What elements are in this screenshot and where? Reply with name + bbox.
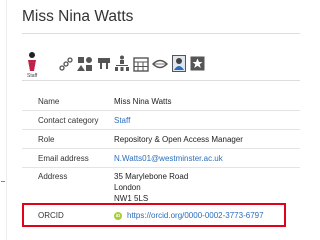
- address-line-2: London: [114, 183, 141, 192]
- row-divider: [22, 129, 300, 130]
- role-label: Role: [38, 135, 55, 144]
- org-chart-icon[interactable]: [96, 56, 112, 72]
- calendar-icon[interactable]: [133, 56, 149, 72]
- contact-category-link[interactable]: Staff: [114, 116, 130, 125]
- staff-icon-label: Staff: [27, 73, 38, 79]
- relationship-icon[interactable]: [59, 57, 73, 71]
- hierarchy-icon[interactable]: [114, 55, 130, 72]
- lips-icon[interactable]: [152, 59, 168, 69]
- row-divider: [22, 148, 300, 149]
- title-divider: [22, 33, 300, 34]
- address-line-3: NW1 5LS: [114, 194, 149, 203]
- email-label: Email address: [38, 154, 89, 163]
- address-line-1: 35 Marylebone Road: [114, 172, 189, 181]
- sidebar-marker: [1, 181, 5, 182]
- role-value: Repository & Open Access Manager: [114, 135, 243, 144]
- staff-icon[interactable]: [27, 51, 37, 73]
- shapes-icon[interactable]: [77, 56, 93, 72]
- name-value: Miss Nina Watts: [114, 97, 172, 106]
- star-icon[interactable]: [190, 56, 205, 71]
- row-divider: [22, 167, 300, 168]
- orcid-link[interactable]: https://orcid.org/0000-0002-3773-6797: [127, 211, 264, 220]
- address-label: Address: [38, 172, 68, 181]
- orcid-label: ORCID: [38, 211, 64, 220]
- row-divider: [22, 110, 300, 111]
- page-title: Miss Nina Watts: [22, 8, 134, 25]
- orcid-icon: iD: [114, 212, 122, 220]
- photo-icon[interactable]: [172, 55, 186, 72]
- email-link[interactable]: N.Watts01@westminster.ac.uk: [114, 154, 223, 163]
- name-label: Name: [38, 97, 60, 106]
- left-sidebar-edge: [0, 0, 7, 240]
- contact-category-label: Contact category: [38, 116, 99, 125]
- icons-divider: [22, 80, 300, 81]
